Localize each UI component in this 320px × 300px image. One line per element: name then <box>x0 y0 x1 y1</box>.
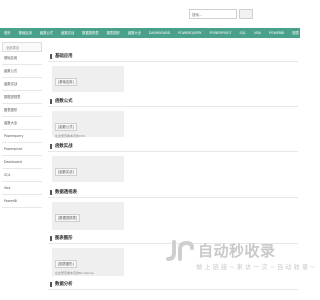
section-analysis: 数据分析 <box>48 279 298 290</box>
sidebar-item-powerpivot[interactable]: Powerpivot <box>2 143 42 156</box>
sidebar-item-functions[interactable]: 函数大全 <box>2 117 42 130</box>
section-card[interactable]: [数据透视表] <box>52 202 124 230</box>
section-title[interactable]: 函数公式 <box>55 98 73 104</box>
sidebar: 全部类目 基础应用 函数公式 函数实战 数据透视表 图表图形 函数大全 Powe… <box>2 42 42 300</box>
sidebar-item-formula[interactable]: 函数公式 <box>2 65 42 78</box>
divider <box>48 106 298 107</box>
sidebar-item-practice[interactable]: 函数实战 <box>2 78 42 91</box>
section-marker <box>50 189 52 195</box>
nav-item-powerquery[interactable]: POWERQUERY <box>174 28 205 38</box>
nav-item-vba[interactable]: VBA <box>250 28 265 38</box>
nav-item-dashboard[interactable]: DASHBOARD <box>145 28 174 38</box>
section-title[interactable]: 函数实战 <box>55 143 73 149</box>
card-tag[interactable]: [函数实战] <box>55 168 77 176</box>
section-pivot: 数据透视表 [数据透视表] <box>48 187 298 230</box>
sidebar-item-basic[interactable]: 基础应用 <box>2 52 42 65</box>
nav-item-practice[interactable]: 函数实战 <box>57 28 78 38</box>
card-tag[interactable]: [图表图形] <box>55 260 77 268</box>
section-card[interactable]: [基础应用] <box>52 66 124 92</box>
nav-item-powerpivot[interactable]: POWERPIVOT <box>206 28 236 38</box>
main-nav: 首页 基础应用 函数公式 函数实战 数据透视表 图表图形 函数大全 DASHBO… <box>0 28 300 38</box>
card-tag[interactable]: [基础应用] <box>55 78 77 86</box>
sidebar-item-powerbi[interactable]: PowerBi <box>2 195 42 208</box>
section-title[interactable]: 图表图形 <box>55 235 73 241</box>
section-marker <box>50 281 52 287</box>
nav-item-charts[interactable]: 图表图形 <box>103 28 124 38</box>
sidebar-title: 全部类目 <box>2 42 42 52</box>
section-marker <box>50 53 52 59</box>
section-marker <box>50 235 52 241</box>
watermark: 自动秒收录 做 上 链 接 ~ 来 访 一 次 ~ 自 动 收 录 ~ <box>164 240 315 280</box>
search-input[interactable]: 搜索... <box>189 9 237 19</box>
nav-item-formula[interactable]: 函数公式 <box>36 28 57 38</box>
divider <box>48 151 298 152</box>
sidebar-item-sql[interactable]: SQL <box>2 169 42 182</box>
watermark-logo-icon <box>166 240 194 261</box>
sidebar-item-powerquery[interactable]: Powerquery <box>2 130 42 143</box>
nav-item-powerbi[interactable]: POWERBI <box>265 28 288 38</box>
nav-item-pivot[interactable]: 数据透视表 <box>78 28 102 38</box>
nav-item-sql[interactable]: SQL <box>236 28 251 38</box>
sidebar-item-dashboard[interactable]: Dashboard <box>2 156 42 169</box>
section-title[interactable]: 数据透视表 <box>55 189 77 195</box>
divider <box>48 289 298 290</box>
header: 搜索... <box>0 0 300 28</box>
card-tag[interactable]: [数据透视表] <box>55 214 81 222</box>
search-button[interactable] <box>239 9 253 19</box>
sidebar-item-vba[interactable]: Vba <box>2 182 42 195</box>
section-title[interactable]: 基础应用 <box>55 53 73 59</box>
section-practice: 函数实战 [函数实战] <box>48 141 298 182</box>
section-marker <box>50 98 52 104</box>
sidebar-item-charts[interactable]: 图表图形 <box>2 104 42 117</box>
section-marker <box>50 143 52 149</box>
section-formula: 函数公式 [函数公式] 在这里查看本页的CSS <box>48 96 298 138</box>
divider <box>48 197 298 198</box>
section-basic: 基础应用 [基础应用] <box>48 51 298 92</box>
nav-item-functions[interactable]: 函数大全 <box>124 28 145 38</box>
section-title[interactable]: 数据分析 <box>55 281 73 287</box>
nav-item-basic[interactable]: 基础应用 <box>15 28 36 38</box>
divider <box>48 61 298 62</box>
section-card[interactable]: [函数实战] <box>52 156 124 182</box>
card-description: 在这里查看本页的CSS <box>55 134 85 138</box>
sidebar-item-pivot[interactable]: 数据透视表 <box>2 91 42 104</box>
watermark-title: 自动秒收录 <box>198 242 276 260</box>
card-tag[interactable]: [函数公式] <box>55 123 77 131</box>
section-card[interactable]: [函数公式] 在这里查看本页的CSS <box>52 111 124 138</box>
section-card[interactable]: [图表图形] 在这里查看本页的Bootstrap <box>52 248 124 276</box>
card-description: 在这里查看本页的Bootstrap <box>55 271 94 275</box>
nav-item-tubiao[interactable]: 图表 <box>288 28 303 38</box>
watermark-subtitle: 做 上 链 接 ~ 来 访 一 次 ~ 自 动 收 录 ~ <box>196 264 316 271</box>
nav-item-home[interactable]: 首页 <box>0 28 15 38</box>
